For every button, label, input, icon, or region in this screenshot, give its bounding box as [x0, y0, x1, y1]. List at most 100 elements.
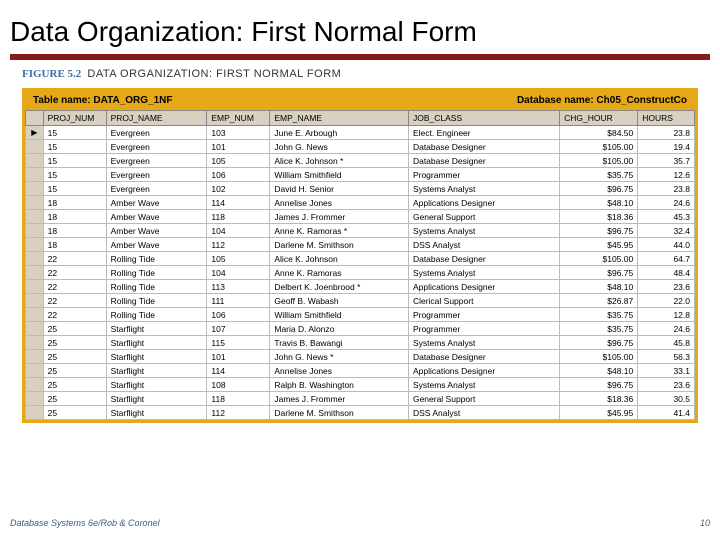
row-selector-cell[interactable] [26, 378, 44, 392]
cell-emp-name[interactable]: John G. News * [270, 350, 409, 364]
col-header[interactable]: PROJ_NAME [106, 111, 207, 126]
cell-job-class[interactable]: Applications Designer [408, 364, 559, 378]
cell-emp-name[interactable]: James J. Frommer [270, 210, 409, 224]
cell-hours[interactable]: 41.4 [638, 406, 695, 420]
cell-job-class[interactable]: Systems Analyst [408, 266, 559, 280]
cell-chg-hour[interactable]: $105.00 [560, 154, 638, 168]
row-selector-cell[interactable] [26, 280, 44, 294]
cell-hours[interactable]: 24.6 [638, 322, 695, 336]
cell-hours[interactable]: 23.6 [638, 378, 695, 392]
cell-proj-num[interactable]: 18 [43, 224, 106, 238]
cell-chg-hour[interactable]: $35.75 [560, 168, 638, 182]
table-row[interactable]: 18Amber Wave112Darlene M. SmithsonDSS An… [26, 238, 695, 252]
table-row[interactable]: 15Evergreen102David H. SeniorSystems Ana… [26, 182, 695, 196]
cell-job-class[interactable]: Systems Analyst [408, 224, 559, 238]
cell-proj-name[interactable]: Starflight [106, 378, 207, 392]
col-header[interactable]: CHG_HOUR [560, 111, 638, 126]
cell-hours[interactable]: 48.4 [638, 266, 695, 280]
cell-emp-name[interactable]: Maria D. Alonzo [270, 322, 409, 336]
table-row[interactable]: 18Amber Wave118James J. FrommerGeneral S… [26, 210, 695, 224]
cell-hours[interactable]: 23.8 [638, 182, 695, 196]
cell-job-class[interactable]: Database Designer [408, 140, 559, 154]
cell-chg-hour[interactable]: $105.00 [560, 140, 638, 154]
cell-proj-num[interactable]: 25 [43, 364, 106, 378]
cell-chg-hour[interactable]: $105.00 [560, 350, 638, 364]
cell-proj-num[interactable]: 18 [43, 196, 106, 210]
cell-chg-hour[interactable]: $45.95 [560, 238, 638, 252]
table-row[interactable]: ▶15Evergreen103June E. ArboughElect. Eng… [26, 126, 695, 140]
cell-emp-num[interactable]: 112 [207, 238, 270, 252]
col-header[interactable]: PROJ_NUM [43, 111, 106, 126]
cell-emp-name[interactable]: James J. Frommer [270, 392, 409, 406]
table-row[interactable]: 25Starflight107Maria D. AlonzoProgrammer… [26, 322, 695, 336]
cell-emp-num[interactable]: 104 [207, 224, 270, 238]
cell-emp-name[interactable]: Annelise Jones [270, 196, 409, 210]
cell-hours[interactable]: 64.7 [638, 252, 695, 266]
row-selector-cell[interactable] [26, 392, 44, 406]
cell-emp-name[interactable]: David H. Senior [270, 182, 409, 196]
cell-proj-num[interactable]: 25 [43, 392, 106, 406]
cell-emp-name[interactable]: Alice K. Johnson * [270, 154, 409, 168]
cell-chg-hour[interactable]: $48.10 [560, 196, 638, 210]
row-selector-cell[interactable] [26, 224, 44, 238]
cell-proj-name[interactable]: Evergreen [106, 182, 207, 196]
row-selector-cell[interactable] [26, 210, 44, 224]
cell-hours[interactable]: 45.3 [638, 210, 695, 224]
cell-hours[interactable]: 30.5 [638, 392, 695, 406]
row-selector-cell[interactable] [26, 322, 44, 336]
cell-proj-name[interactable]: Starflight [106, 336, 207, 350]
cell-chg-hour[interactable]: $35.75 [560, 322, 638, 336]
cell-proj-name[interactable]: Amber Wave [106, 238, 207, 252]
row-selector-cell[interactable] [26, 406, 44, 420]
cell-proj-name[interactable]: Starflight [106, 406, 207, 420]
cell-proj-name[interactable]: Rolling Tide [106, 294, 207, 308]
cell-proj-num[interactable]: 22 [43, 266, 106, 280]
cell-proj-name[interactable]: Rolling Tide [106, 266, 207, 280]
cell-chg-hour[interactable]: $96.75 [560, 266, 638, 280]
cell-chg-hour[interactable]: $105.00 [560, 252, 638, 266]
cell-emp-num[interactable]: 113 [207, 280, 270, 294]
cell-job-class[interactable]: Programmer [408, 308, 559, 322]
row-selector-cell[interactable] [26, 364, 44, 378]
cell-chg-hour[interactable]: $96.75 [560, 182, 638, 196]
cell-job-class[interactable]: Applications Designer [408, 280, 559, 294]
cell-proj-name[interactable]: Amber Wave [106, 196, 207, 210]
table-row[interactable]: 22Rolling Tide113Delbert K. Joenbrood *A… [26, 280, 695, 294]
cell-job-class[interactable]: Clerical Support [408, 294, 559, 308]
cell-emp-num[interactable]: 114 [207, 364, 270, 378]
row-selector-cell[interactable] [26, 266, 44, 280]
cell-emp-name[interactable]: Ralph B. Washington [270, 378, 409, 392]
row-selector-cell[interactable]: ▶ [26, 126, 44, 140]
cell-hours[interactable]: 19.4 [638, 140, 695, 154]
cell-proj-num[interactable]: 25 [43, 378, 106, 392]
cell-proj-name[interactable]: Rolling Tide [106, 280, 207, 294]
cell-emp-num[interactable]: 101 [207, 140, 270, 154]
table-row[interactable]: 18Amber Wave114Annelise JonesApplication… [26, 196, 695, 210]
cell-job-class[interactable]: General Support [408, 392, 559, 406]
cell-hours[interactable]: 24.6 [638, 196, 695, 210]
cell-proj-name[interactable]: Evergreen [106, 126, 207, 140]
cell-hours[interactable]: 32.4 [638, 224, 695, 238]
cell-hours[interactable]: 22.0 [638, 294, 695, 308]
row-selector-cell[interactable] [26, 308, 44, 322]
cell-hours[interactable]: 35.7 [638, 154, 695, 168]
table-row[interactable]: 15Evergreen101John G. NewsDatabase Desig… [26, 140, 695, 154]
cell-emp-num[interactable]: 108 [207, 378, 270, 392]
cell-proj-num[interactable]: 22 [43, 280, 106, 294]
cell-emp-name[interactable]: Delbert K. Joenbrood * [270, 280, 409, 294]
cell-job-class[interactable]: Systems Analyst [408, 336, 559, 350]
cell-proj-num[interactable]: 25 [43, 336, 106, 350]
cell-chg-hour[interactable]: $84.50 [560, 126, 638, 140]
cell-proj-num[interactable]: 15 [43, 154, 106, 168]
table-row[interactable]: 22Rolling Tide106William SmithfieldProgr… [26, 308, 695, 322]
row-selector-cell[interactable] [26, 336, 44, 350]
cell-hours[interactable]: 23.8 [638, 126, 695, 140]
cell-emp-num[interactable]: 105 [207, 154, 270, 168]
cell-job-class[interactable]: Programmer [408, 322, 559, 336]
cell-emp-num[interactable]: 118 [207, 210, 270, 224]
cell-emp-name[interactable]: Travis B. Bawangi [270, 336, 409, 350]
row-selector-cell[interactable] [26, 154, 44, 168]
cell-emp-name[interactable]: Darlene M. Smithson [270, 406, 409, 420]
row-selector-cell[interactable] [26, 350, 44, 364]
cell-hours[interactable]: 44.0 [638, 238, 695, 252]
